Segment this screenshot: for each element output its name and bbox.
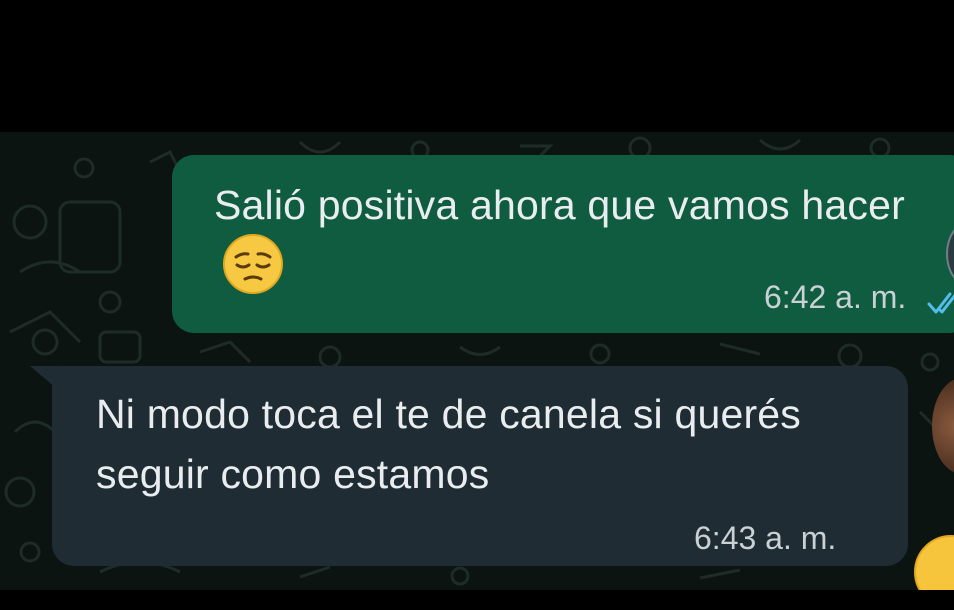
letterbox-bottom [0, 590, 954, 610]
incoming-message-time: 6:43 a. m. [694, 520, 837, 556]
incoming-message-text: Ni modo toca el te de canela si querés s… [96, 391, 802, 497]
outgoing-message-body: Salió positiva ahora que vamos hacer [214, 182, 905, 228]
incoming-message-bubble[interactable]: Ni modo toca el te de canela si querés s… [52, 366, 908, 566]
outgoing-message-time: 6:42 a. m. [764, 279, 907, 315]
letterbox-top [0, 0, 954, 132]
outgoing-message-bubble[interactable]: Salió positiva ahora que vamos hacer 6:4… [172, 155, 954, 333]
double-check-icon [927, 292, 954, 314]
pensive-face-emoji-icon [222, 233, 284, 295]
